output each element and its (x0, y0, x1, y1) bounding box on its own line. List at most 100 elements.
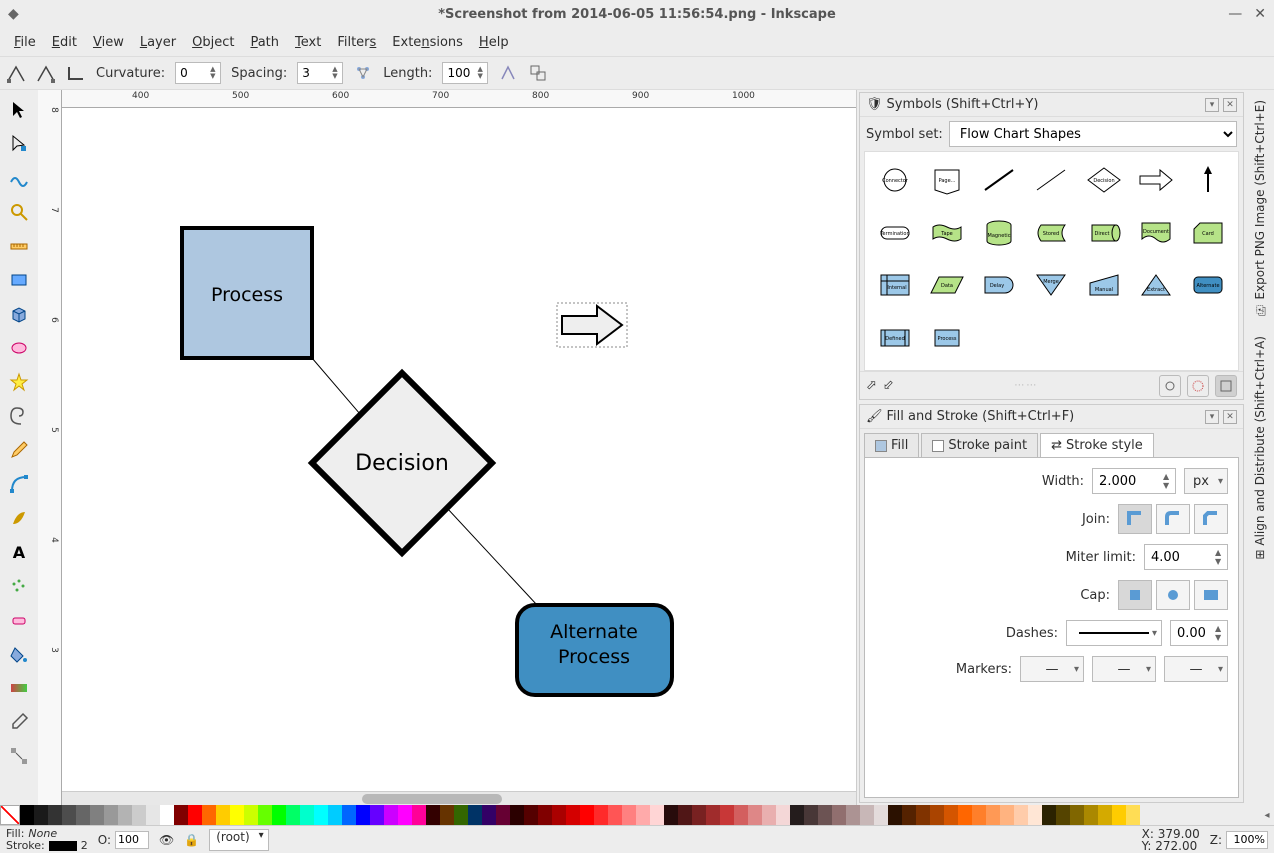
palette-none[interactable] (0, 805, 20, 825)
spray-tool[interactable] (7, 574, 31, 598)
symbol-set-select[interactable]: Flow Chart Shapes (949, 121, 1237, 147)
palette-swatch[interactable] (678, 805, 692, 825)
overlap-icon[interactable] (528, 63, 548, 83)
palette-swatch[interactable] (300, 805, 314, 825)
docked-tab-align[interactable]: ⊞Align and Distribute (Shift+Ctrl+A) (1251, 330, 1269, 566)
palette-swatch[interactable] (818, 805, 832, 825)
palette-swatch[interactable] (1070, 805, 1084, 825)
lock-toggle-icon[interactable]: 🔒 (184, 833, 199, 847)
connector-tool[interactable] (7, 744, 31, 768)
palette-swatch[interactable] (552, 805, 566, 825)
menu-extensions[interactable]: Extensions (386, 33, 469, 52)
symbols-grid[interactable]: Connector Page... Decision Termination T… (864, 151, 1239, 371)
spacing-spinner[interactable]: ▲▼ (297, 62, 343, 84)
marker-end-select[interactable]: — (1164, 656, 1228, 682)
palette-swatch[interactable] (846, 805, 860, 825)
palette-swatch[interactable] (832, 805, 846, 825)
palette-swatch[interactable] (328, 805, 342, 825)
menu-path[interactable]: Path (244, 33, 285, 52)
palette-swatch[interactable] (748, 805, 762, 825)
palette-swatch[interactable] (440, 805, 454, 825)
bezier-tool[interactable] (7, 472, 31, 496)
palette-swatch[interactable] (720, 805, 734, 825)
sym-line2[interactable] (1029, 160, 1073, 200)
palette-swatch[interactable] (594, 805, 608, 825)
palette-swatch[interactable] (468, 805, 482, 825)
menu-view[interactable]: View (87, 33, 130, 52)
directed-graph-icon[interactable] (498, 63, 518, 83)
rectangle-tool[interactable] (7, 268, 31, 292)
menu-file[interactable]: File (8, 33, 42, 52)
palette-swatch[interactable] (482, 805, 496, 825)
palette-swatch[interactable] (132, 805, 146, 825)
connector-2[interactable] (447, 508, 537, 605)
sym-decision[interactable]: Decision (1082, 160, 1126, 200)
palette-swatch[interactable] (930, 805, 944, 825)
sym-magnetic-storage[interactable]: Magnetic (977, 213, 1021, 253)
view-small-icon[interactable] (1159, 375, 1181, 397)
curvature-spinner[interactable]: ▲▼ (175, 62, 221, 84)
gradient-tool[interactable] (7, 676, 31, 700)
sym-alternate-process[interactable]: Alternate (1186, 265, 1230, 305)
menu-edit[interactable]: Edit (46, 33, 83, 52)
layer-select[interactable]: (root) (209, 829, 268, 851)
palette-swatch[interactable] (90, 805, 104, 825)
palette-swatch[interactable] (1098, 805, 1112, 825)
palette-swatch[interactable] (538, 805, 552, 825)
palette-swatch[interactable] (412, 805, 426, 825)
palette-swatch[interactable] (636, 805, 650, 825)
zoom-tool[interactable] (7, 200, 31, 224)
view-medium-icon[interactable] (1187, 375, 1209, 397)
sym-up-arrow[interactable] (1186, 160, 1230, 200)
canvas[interactable]: Process Decision Alternate Process (62, 108, 856, 791)
menu-filters[interactable]: Filters (331, 33, 382, 52)
palette-swatch[interactable] (146, 805, 160, 825)
zoom-input[interactable] (1226, 831, 1268, 849)
sym-data[interactable]: Data (925, 265, 969, 305)
spacing-input[interactable] (298, 66, 332, 80)
eraser-tool[interactable] (7, 608, 31, 632)
connector-ignore-icon[interactable] (36, 63, 56, 83)
menu-help[interactable]: Help (473, 33, 515, 52)
palette-swatch[interactable] (888, 805, 902, 825)
measure-tool[interactable] (7, 234, 31, 258)
palette-swatch[interactable] (650, 805, 664, 825)
sym-direct-access[interactable]: Direct (1082, 213, 1126, 253)
get-from-canvas-icon[interactable]: ⬃ (883, 378, 894, 393)
menu-text[interactable]: Text (289, 33, 327, 52)
width-unit-select[interactable]: px (1184, 468, 1228, 494)
box3d-tool[interactable] (7, 302, 31, 326)
palette-swatch[interactable] (76, 805, 90, 825)
palette-swatch[interactable] (580, 805, 594, 825)
sym-page[interactable]: Page... (925, 160, 969, 200)
tab-fill[interactable]: Fill (864, 433, 919, 457)
sym-tape[interactable]: Tape (925, 213, 969, 253)
palette-swatch[interactable] (734, 805, 748, 825)
palette-swatch[interactable] (314, 805, 328, 825)
palette-swatch[interactable] (454, 805, 468, 825)
miter-spinner[interactable]: ▲▼ (1144, 544, 1228, 570)
calligraphy-tool[interactable] (7, 506, 31, 530)
cap-square-button[interactable] (1194, 580, 1228, 610)
cap-butt-button[interactable] (1118, 580, 1152, 610)
palette-swatch[interactable] (426, 805, 440, 825)
width-input[interactable] (1093, 474, 1163, 489)
cap-round-button[interactable] (1156, 580, 1190, 610)
palette-swatch[interactable] (258, 805, 272, 825)
star-tool[interactable] (7, 370, 31, 394)
palette-swatch[interactable] (706, 805, 720, 825)
docked-tab-export[interactable]: ⎘Export PNG Image (Shift+Ctrl+E) (1251, 94, 1269, 322)
dash-offset-input[interactable] (1171, 626, 1215, 641)
sym-stored[interactable]: Stored (1029, 213, 1073, 253)
graph-layout-icon[interactable] (353, 63, 373, 83)
selector-tool[interactable] (7, 98, 31, 122)
palette-swatch[interactable] (496, 805, 510, 825)
dropper-tool[interactable] (7, 710, 31, 734)
panel-close-button[interactable]: ✕ (1223, 410, 1237, 424)
dashes-select[interactable] (1066, 620, 1162, 646)
panel-grip[interactable]: ⋯⋯ (900, 380, 1153, 391)
sym-connector[interactable]: Connector (873, 160, 917, 200)
palette-swatch[interactable] (692, 805, 706, 825)
tab-stroke-paint[interactable]: Stroke paint (921, 433, 1038, 457)
node-tool[interactable] (7, 132, 31, 156)
